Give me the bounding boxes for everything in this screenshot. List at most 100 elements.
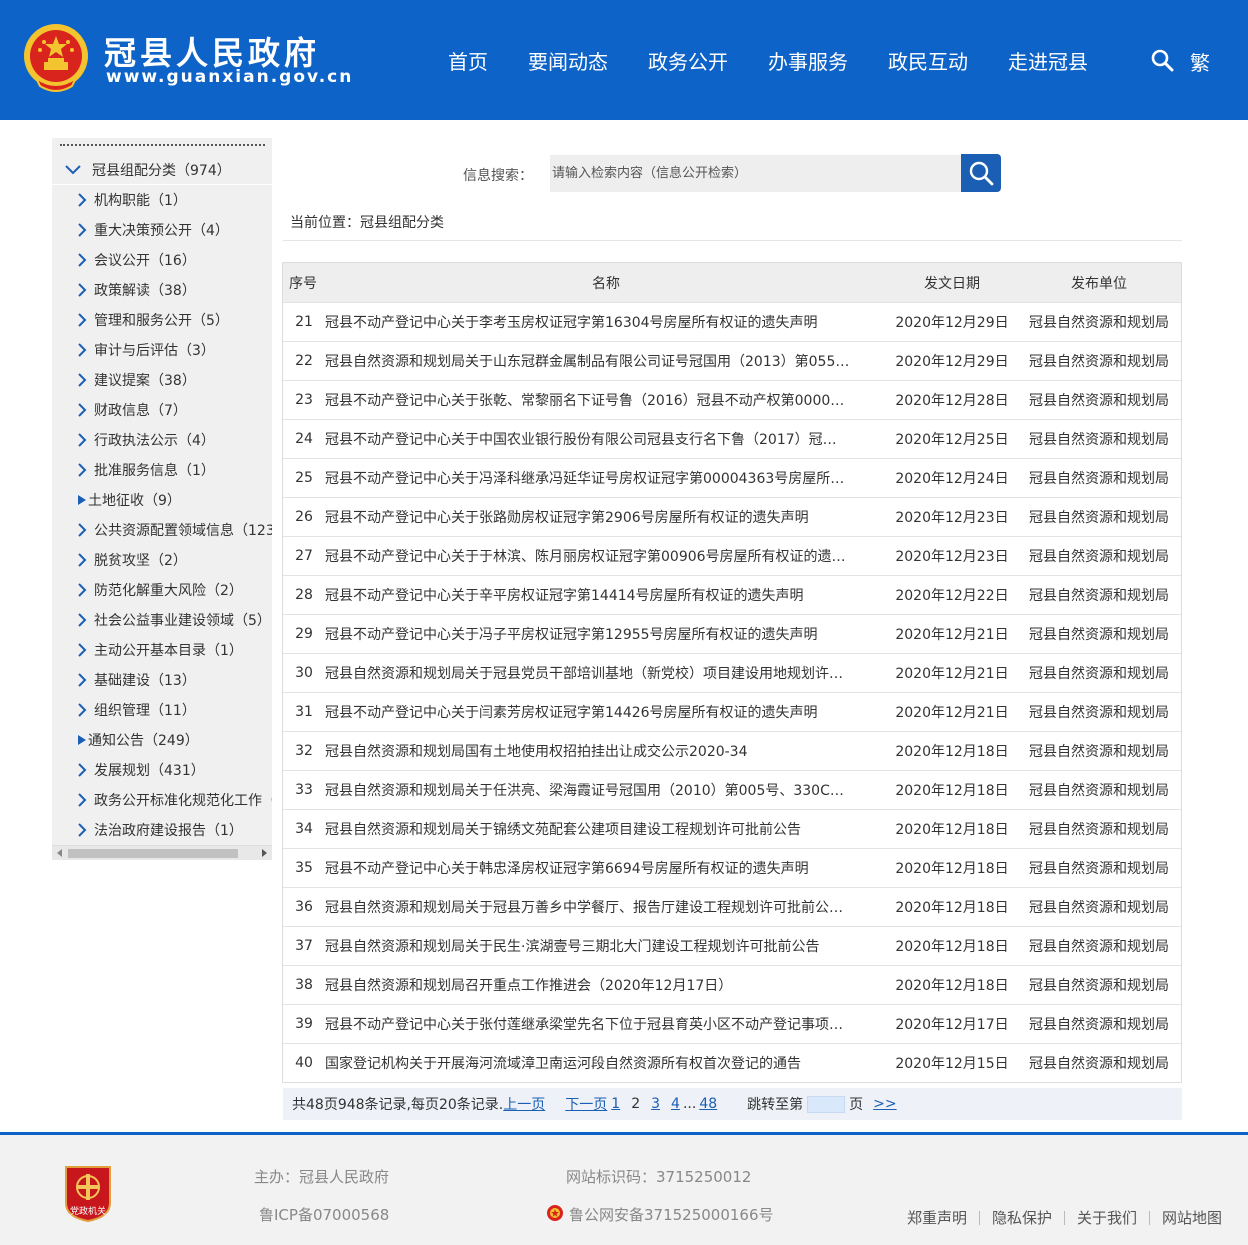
prev-page-link[interactable]: 上一页 (503, 1094, 545, 1114)
row-title-link[interactable]: 冠县不动产登记中心关于韩忠泽房权证冠字第6694号房屋所有权证的遗失声明 (325, 858, 887, 878)
row-title-link[interactable]: 冠县不动产登记中心关于张路勋房权证冠字第2906号房屋所有权证的遗失声明 (325, 507, 887, 527)
sidebar-item[interactable]: 基础建设（13） (52, 665, 272, 695)
sidebar-item-label: 法治政府建设报告（1） (94, 823, 243, 839)
sidebar-item[interactable]: 审计与后评估（3） (52, 335, 272, 365)
horizontal-scrollbar[interactable] (52, 845, 272, 860)
jump-page-input[interactable] (807, 1095, 846, 1113)
nav-services[interactable]: 办事服务 (768, 46, 848, 75)
sidebar-item[interactable]: 土地征收（9） (52, 485, 272, 515)
scroll-left-icon[interactable] (57, 849, 62, 857)
row-unit: 冠县自然资源和规划局 (1029, 315, 1169, 331)
nav-gov-affairs[interactable]: 政务公开 (648, 46, 728, 75)
tree-root-label: 冠县组配分类（974） (92, 162, 231, 179)
row-title-link[interactable]: 冠县自然资源和规划局关于任洪亮、梁海霞证号冠国用（2010）第005号、330C… (325, 780, 887, 800)
page-link-1[interactable]: 1 (611, 1096, 620, 1112)
table-row: 32 冠县自然资源和规划局国有土地使用权招拍挂出让成交公示2020-34 2020年… (283, 731, 1181, 770)
table-row: 37 冠县自然资源和规划局关于民生·滨湖壹号三期北大门建设工程规划许可批前公告 20… (283, 926, 1181, 965)
main-nav: 首页 要闻动态 政务公开 办事服务 政民互动 走进冠县 (448, 46, 1128, 75)
sidebar-item[interactable]: 重大决策预公开（4） (52, 215, 272, 245)
chevron-down-icon (65, 164, 81, 174)
row-unit: 冠县自然资源和规划局 (1029, 471, 1169, 487)
row-no: 40 (295, 1055, 313, 1071)
row-title-link[interactable]: 冠县自然资源和规划局关于山东冠群金属制品有限公司证号冠国用（2013）第055… (325, 351, 887, 371)
page-link-3[interactable]: 3 (651, 1096, 660, 1112)
sidebar-item-label: 主动公开基本目录（1） (94, 643, 243, 659)
search-button[interactable] (961, 154, 1001, 192)
row-unit: 冠县自然资源和规划局 (1029, 549, 1169, 565)
sidebar-item[interactable]: 公共资源配置领域信息（123 (52, 515, 272, 545)
footer-link-sitemap[interactable]: 网站地图 (1162, 1207, 1222, 1228)
row-unit: 冠县自然资源和规划局 (1029, 1056, 1169, 1072)
row-title-link[interactable]: 冠县不动产登记中心关于中国农业银行股份有限公司冠县支行名下鲁（2017）冠… (325, 429, 887, 449)
sidebar-item[interactable]: 政策解读（38） (52, 275, 272, 305)
jump-go-link[interactable]: >> (873, 1096, 896, 1112)
sidebar-item-label: 基础建设（13） (94, 673, 196, 689)
row-no: 31 (295, 704, 313, 720)
nav-news[interactable]: 要闻动态 (528, 46, 608, 75)
sidebar-item[interactable]: 政务公开标准化规范化工作（ (52, 785, 272, 815)
footer-link-statement[interactable]: 郑重声明 (907, 1207, 967, 1228)
sidebar-item[interactable]: 会议公开（16） (52, 245, 272, 275)
row-title-link[interactable]: 国家登记机构关于开展海河流域漳卫南运河段自然资源所有权首次登记的通告 (325, 1053, 887, 1073)
footer-icp[interactable]: 鲁ICP备07000568 (259, 1204, 389, 1225)
sidebar-item[interactable]: 防范化解重大风险（2） (52, 575, 272, 605)
sidebar-item[interactable]: 建议提案（38） (52, 365, 272, 395)
sidebar-item[interactable]: 行政执法公示（4） (52, 425, 272, 455)
row-title-link[interactable]: 冠县自然资源和规划局关于冠县党员干部培训基地（新党校）项目建设用地规划许… (325, 663, 887, 683)
tree-root[interactable]: 冠县组配分类（974） (52, 155, 272, 185)
row-unit: 冠县自然资源和规划局 (1029, 978, 1169, 994)
row-date: 2020年12月21日 (895, 627, 1009, 643)
table-row: 24 冠县不动产登记中心关于中国农业银行股份有限公司冠县支行名下鲁（2017）冠…… (283, 419, 1181, 458)
row-date: 2020年12月28日 (895, 393, 1009, 409)
page-link-last[interactable]: 48 (699, 1096, 717, 1112)
police-badge-icon (547, 1205, 563, 1221)
footer-link-about[interactable]: 关于我们 (1077, 1207, 1137, 1228)
row-title-link[interactable]: 冠县不动产登记中心关于张付莲继承梁堂先名下位于冠县育英小区不动产登记事项… (325, 1014, 887, 1034)
scrollbar-thumb[interactable] (68, 849, 238, 858)
sidebar-item[interactable]: 管理和服务公开（5） (52, 305, 272, 335)
row-title-link[interactable]: 冠县不动产登记中心关于李考玉房权证冠字第16304号房屋所有权证的遗失声明 (325, 312, 887, 332)
search-icon[interactable] (1150, 48, 1174, 72)
nav-home[interactable]: 首页 (448, 46, 488, 75)
row-title-link[interactable]: 冠县不动产登记中心关于冯子平房权证冠字第12955号房屋所有权证的遗失声明 (325, 624, 887, 644)
divider (978, 1210, 980, 1225)
chevron-right-icon (78, 523, 87, 537)
page-link-4[interactable]: 4 (671, 1096, 680, 1112)
chevron-right-icon (78, 223, 87, 237)
sidebar-item[interactable]: 机构职能（1） (52, 185, 272, 215)
national-emblem-icon[interactable] (22, 22, 90, 94)
row-title-link[interactable]: 冠县不动产登记中心关于张乾、常黎丽名下证号鲁（2016）冠县不动产权第0000… (325, 390, 887, 410)
scroll-right-icon[interactable] (262, 849, 267, 857)
traditional-chinese-toggle[interactable]: 繁 (1190, 47, 1210, 76)
sidebar-item[interactable]: 发展规划（431） (52, 755, 272, 785)
sidebar-item[interactable]: 社会公益事业建设领域（5） (52, 605, 272, 635)
table-row: 31 冠县不动产登记中心关于闫素芳房权证冠字第14426号房屋所有权证的遗失声明 2… (283, 692, 1181, 731)
row-no: 37 (295, 938, 313, 954)
row-title-link[interactable]: 冠县不动产登记中心关于闫素芳房权证冠字第14426号房屋所有权证的遗失声明 (325, 702, 887, 722)
sidebar-item[interactable]: 脱贫攻坚（2） (52, 545, 272, 575)
sidebar-item[interactable]: 主动公开基本目录（1） (52, 635, 272, 665)
sidebar-item[interactable]: 法治政府建设报告（1） (52, 815, 272, 845)
footer-police-record[interactable]: 鲁公网安备371525000166号 (569, 1204, 774, 1225)
row-title-link[interactable]: 冠县自然资源和规划局关于锦绣文苑配套公建项目建设工程规划许可批前公告 (325, 819, 887, 839)
page-current: 2 (631, 1096, 641, 1112)
row-title-link[interactable]: 冠县自然资源和规划局召开重点工作推进会（2020年12月17日） (325, 975, 887, 995)
search-input[interactable] (550, 155, 961, 192)
row-title-link[interactable]: 冠县不动产登记中心关于于林滨、陈月丽房权证冠字第00906号房屋所有权证的遗… (325, 546, 887, 566)
row-title-link[interactable]: 冠县不动产登记中心关于冯泽科继承冯延华证号房权证冠字第00004363号房屋所… (325, 468, 887, 488)
next-page-link[interactable]: 下一页 (565, 1094, 607, 1114)
sidebar-item[interactable]: 组织管理（11） (52, 695, 272, 725)
sidebar-item[interactable]: 通知公告（249） (52, 725, 272, 755)
nav-about-county[interactable]: 走进冠县 (1008, 46, 1088, 75)
document-table: 序号 名称 发文日期 发布单位 21 冠县不动产登记中心关于李考玉房权证冠字第16… (282, 262, 1182, 1083)
nav-interaction[interactable]: 政民互动 (888, 46, 968, 75)
sidebar-item[interactable]: 财政信息（7） (52, 395, 272, 425)
row-title-link[interactable]: 冠县自然资源和规划局关于民生·滨湖壹号三期北大门建设工程规划许可批前公告 (325, 936, 887, 956)
footer-link-privacy[interactable]: 隐私保护 (992, 1207, 1052, 1228)
party-gov-badge-icon[interactable]: 党政机关 (62, 1163, 114, 1223)
sidebar-item[interactable]: 批准服务信息（1） (52, 455, 272, 485)
row-title-link[interactable]: 冠县不动产登记中心关于辛平房权证冠字第14414号房屋所有权证的遗失声明 (325, 585, 887, 605)
row-title-link[interactable]: 冠县自然资源和规划局关于冠县万善乡中学餐厅、报告厅建设工程规划许可批前公… (325, 897, 887, 917)
row-title-link[interactable]: 冠县自然资源和规划局国有土地使用权招拍挂出让成交公示2020-34 (325, 741, 887, 761)
row-unit: 冠县自然资源和规划局 (1029, 1017, 1169, 1033)
